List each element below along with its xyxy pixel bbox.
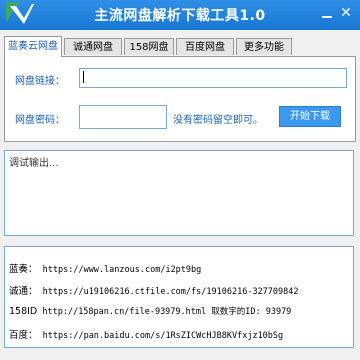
list-item: 158ID http://158pan.cn/file-93979.html 取…: [9, 305, 291, 317]
password-hint: 没有密码留空即可。: [173, 115, 263, 126]
tab-lanzou[interactable]: 蓝奏云网盘: [4, 36, 62, 57]
link-url: https://u19106216.ctfile.com/fs/19106216…: [37, 287, 299, 297]
password-input[interactable]: [79, 105, 167, 129]
tab-more[interactable]: 更多功能: [236, 38, 292, 55]
link-provider-name: 158ID: [9, 306, 38, 317]
list-item: 蓝奏： https://www.lanzous.com/i2pt9bg: [9, 261, 201, 275]
list-item: 诚通： https://u19106216.ctfile.com/fs/1910…: [9, 283, 299, 297]
tab-strip: 蓝奏云网盘 诚通网盘 158网盘 百度网盘 更多功能: [4, 36, 356, 57]
debug-output[interactable]: 调试输出...: [4, 150, 354, 236]
password-label: 网盘密码：: [15, 115, 65, 126]
title-bar: 主流网盘解析下载工具1.0 ✕: [0, 0, 360, 30]
download-panel: 网盘链接： 网盘密码： 没有密码留空即可。 开始下载: [4, 56, 356, 142]
example-links-box[interactable]: 蓝奏： https://www.lanzous.com/i2pt9bg 诚通： …: [4, 246, 354, 348]
start-download-button[interactable]: 开始下载: [279, 106, 341, 127]
list-item: 百度： https://pan.baidu.com/s/1RsZICWcHJB8…: [9, 327, 283, 341]
tab-baidu[interactable]: 百度网盘: [176, 38, 234, 55]
window-title: 主流网盘解析下载工具1.0: [94, 8, 266, 24]
link-provider-name: 百度：: [9, 330, 38, 341]
link-provider-name: 蓝奏：: [9, 264, 38, 275]
link-url: https://pan.baidu.com/s/1RsZICWcHJB8KVfx…: [37, 331, 284, 341]
tab-158pan[interactable]: 158网盘: [124, 38, 174, 55]
link-provider-name: 诚通：: [9, 286, 38, 297]
link-input[interactable]: [79, 68, 347, 88]
text-caret: [83, 71, 84, 83]
link-url: https://www.lanzous.com/i2pt9bg: [37, 265, 202, 275]
link-url: http://158pan.cn/file-93979.html 取数字的ID:…: [37, 307, 292, 317]
link-label: 网盘链接：: [15, 76, 65, 87]
debug-output-text: 调试输出...: [9, 158, 59, 169]
tab-chengtong[interactable]: 诚通网盘: [64, 38, 122, 55]
minimize-button[interactable]: [320, 6, 334, 20]
close-button[interactable]: ✕: [339, 4, 353, 22]
